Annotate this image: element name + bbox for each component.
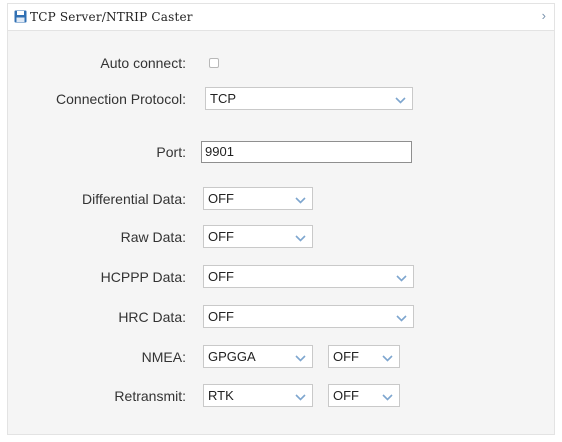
differential-data-label: Differential Data:: [81, 191, 186, 207]
panel-title: TCP Server/NTRIP Caster: [30, 10, 193, 24]
retransmit-type-value: RTK: [208, 388, 234, 403]
panel-titlebar: TCP Server/NTRIP Caster ›: [8, 4, 554, 31]
tcp-server-panel: TCP Server/NTRIP Caster › Auto connect: …: [7, 3, 555, 435]
chevron-down-icon: [295, 394, 306, 401]
chevron-down-icon: [295, 235, 306, 242]
chevron-down-icon: [382, 355, 393, 362]
chevron-right-icon[interactable]: ›: [542, 9, 546, 23]
retransmit-rate-select[interactable]: OFF: [328, 384, 400, 407]
retransmit-label: Retransmit:: [114, 388, 186, 404]
chevron-down-icon: [382, 394, 393, 401]
chevron-down-icon: [295, 355, 306, 362]
differential-data-value: OFF: [208, 191, 234, 206]
hcppp-data-select[interactable]: OFF: [203, 265, 414, 288]
port-label: Port:: [156, 144, 186, 160]
nmea-type-select[interactable]: GPGGA: [203, 345, 313, 368]
nmea-rate-select[interactable]: OFF: [328, 345, 400, 368]
nmea-label: NMEA:: [141, 349, 186, 365]
auto-connect-label: Auto connect:: [100, 55, 186, 71]
port-input[interactable]: 9901: [201, 141, 412, 163]
save-disk-icon: [14, 10, 27, 23]
hrc-data-select[interactable]: OFF: [203, 305, 414, 328]
chevron-down-icon: [396, 275, 407, 282]
connection-protocol-select[interactable]: TCP: [205, 87, 413, 110]
auto-connect-checkbox[interactable]: [209, 58, 219, 68]
nmea-rate-value: OFF: [333, 349, 359, 364]
retransmit-type-select[interactable]: RTK: [203, 384, 313, 407]
hrc-data-label: HRC Data:: [118, 309, 186, 325]
hcppp-data-value: OFF: [208, 269, 234, 284]
raw-data-label: Raw Data:: [120, 229, 186, 245]
nmea-type-value: GPGGA: [208, 349, 256, 364]
hrc-data-value: OFF: [208, 309, 234, 324]
connection-protocol-label: Connection Protocol:: [56, 91, 186, 107]
differential-data-select[interactable]: OFF: [203, 187, 313, 210]
chevron-down-icon: [396, 315, 407, 322]
connection-protocol-value: TCP: [210, 91, 236, 106]
raw-data-select[interactable]: OFF: [203, 225, 313, 248]
chevron-down-icon: [395, 97, 406, 104]
raw-data-value: OFF: [208, 229, 234, 244]
retransmit-rate-value: OFF: [333, 388, 359, 403]
chevron-down-icon: [295, 197, 306, 204]
port-value: 9901: [205, 144, 234, 159]
hcppp-data-label: HCPPP Data:: [100, 269, 186, 285]
